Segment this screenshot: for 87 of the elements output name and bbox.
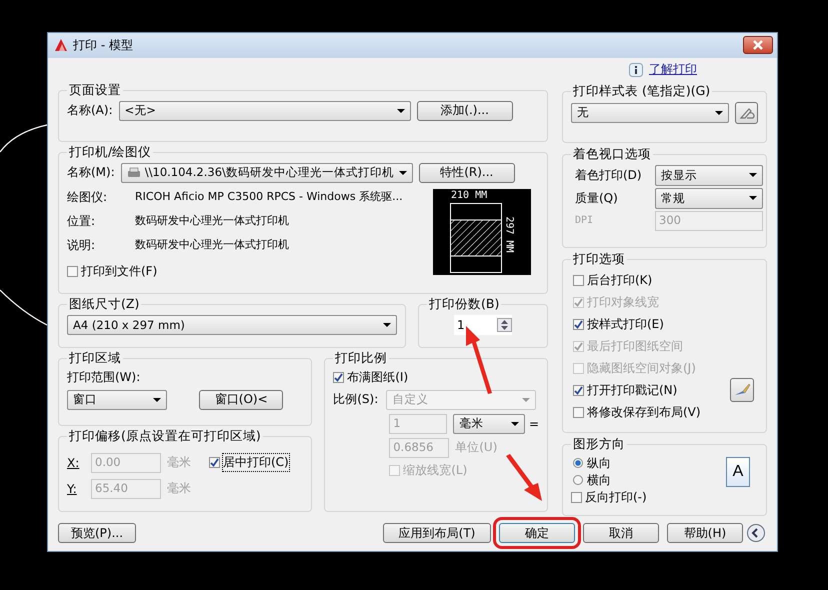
paper-width-label: 210 MM <box>451 190 488 201</box>
preview-button[interactable]: 预览(P)... <box>58 523 136 544</box>
dialog-button[interactable]: 取消 <box>583 523 659 544</box>
printer-icon <box>126 167 141 178</box>
orientation-radio[interactable]: 横向 <box>573 472 611 489</box>
caret-icon <box>715 110 724 115</box>
upside-down-checkbox[interactable]: 反向打印(-) <box>571 488 758 506</box>
field-label: 质量(Q) <box>575 190 619 207</box>
caret-icon <box>749 196 757 200</box>
option-checkbox[interactable]: 将修改保存到布局(V) <box>573 404 701 421</box>
caret-icon <box>398 170 407 175</box>
group-title: 打印选项 <box>572 250 626 268</box>
check-icon <box>574 320 583 329</box>
unit-label: 毫米 <box>167 454 191 472</box>
check-icon <box>574 342 583 351</box>
option-checkbox[interactable]: 后台打印(K) <box>573 272 652 289</box>
field-label: Y: <box>67 482 78 496</box>
group-title: 图形方向 <box>572 436 626 453</box>
field-label: X: <box>67 456 80 470</box>
info-value: RICOH Aficio MP C3500 RPCS - Windows 系统驱... <box>135 188 403 205</box>
close-icon <box>752 40 764 50</box>
check-icon <box>210 458 219 468</box>
option-checkbox[interactable]: 打开打印戳记(N) <box>573 382 678 399</box>
paper-sheet-drawing <box>450 202 502 273</box>
field-label: DPI <box>575 215 594 226</box>
shade-select[interactable]: 按显示 <box>655 164 763 186</box>
group-title: 打印机/绘图仪 <box>68 144 152 161</box>
group-title: 打印份数(B) <box>428 296 500 313</box>
learn-printing-link[interactable]: 了解打印 <box>649 61 697 78</box>
caret-icon <box>522 398 530 402</box>
expand-button[interactable] <box>747 524 765 542</box>
printer-select[interactable]: \\10.104.2.36\数码研发中心理光一体式打印机 <box>120 162 413 183</box>
dialog-button[interactable]: 应用到布局(T) <box>383 523 491 544</box>
info-label: 位置: <box>67 212 96 230</box>
info-label: 说明: <box>67 236 96 254</box>
group-title: 着色视口选项 <box>572 146 652 163</box>
unit-label: 单位(U) <box>455 439 498 456</box>
check-icon <box>334 372 344 382</box>
add-button[interactable]: 添加(.)... <box>416 100 513 121</box>
stamp-settings-button[interactable] <box>730 378 754 402</box>
window-title: 打印 - 模型 <box>73 36 133 54</box>
spin-down-icon <box>501 326 508 330</box>
group-title: 打印偏移(原点设置在可打印区域) <box>68 428 262 445</box>
portrait-page-icon: A <box>726 456 750 487</box>
spin-up-icon <box>501 320 508 324</box>
orientation-radio[interactable]: 纵向 <box>573 454 611 472</box>
group-title: 图纸尺寸(Z) <box>68 296 140 313</box>
info-value: 数码研发中心理光一体式打印机 <box>135 236 289 253</box>
group-title: 打印样式表 (笔指定)(G) <box>572 82 712 100</box>
unit-label: 毫米 <box>167 480 191 498</box>
option-checkbox[interactable]: 按样式打印(E) <box>573 316 664 333</box>
field-label: 着色打印(D) <box>575 166 643 184</box>
caret-icon <box>153 398 161 402</box>
group-title: 打印比例 <box>334 350 388 367</box>
caret-icon <box>749 173 757 178</box>
info-icon <box>629 62 643 77</box>
check-icon <box>574 298 583 307</box>
paper-height-label: 297 MM <box>504 216 515 252</box>
shade-select[interactable]: 常规 <box>655 188 763 209</box>
field-label: 名称(M): <box>67 164 115 182</box>
print-to-file-checkbox[interactable]: 打印到文件(F) <box>67 262 403 280</box>
equals-sign: = <box>528 416 539 431</box>
pencil-icon <box>738 106 755 120</box>
caret-icon <box>383 322 391 327</box>
dialog-button[interactable]: 帮助(H) <box>667 523 743 544</box>
page-setup-select[interactable]: <无> <box>118 100 411 121</box>
plot-range-select[interactable]: 窗口 <box>67 390 167 410</box>
paper-size-select[interactable]: A4 (210 x 297 mm) <box>67 314 397 335</box>
arrow <box>466 326 492 394</box>
info-label: 绘图仪: <box>67 188 108 206</box>
check-icon <box>574 386 583 395</box>
field-label: 名称(A): <box>67 102 113 120</box>
window-button[interactable]: 窗口(O)< <box>199 390 284 410</box>
properties-button[interactable]: 特性(R)... <box>418 162 515 183</box>
close-button[interactable] <box>743 36 773 54</box>
caret-icon <box>510 422 519 426</box>
group-title: 打印区域 <box>68 350 122 367</box>
field-label: 打印范围(W): <box>67 368 142 386</box>
copies-spinner[interactable]: 1 <box>454 314 512 335</box>
edit-button[interactable] <box>735 102 758 124</box>
arrow <box>506 454 542 501</box>
app-logo-icon <box>54 38 68 52</box>
field-label: 比例(S): <box>333 391 378 408</box>
caret-icon <box>396 108 405 113</box>
info-value: 数码研发中心理光一体式打印机 <box>135 212 289 229</box>
group-title: 页面设置 <box>68 82 122 99</box>
plot-style-select[interactable]: 无 <box>571 102 730 123</box>
